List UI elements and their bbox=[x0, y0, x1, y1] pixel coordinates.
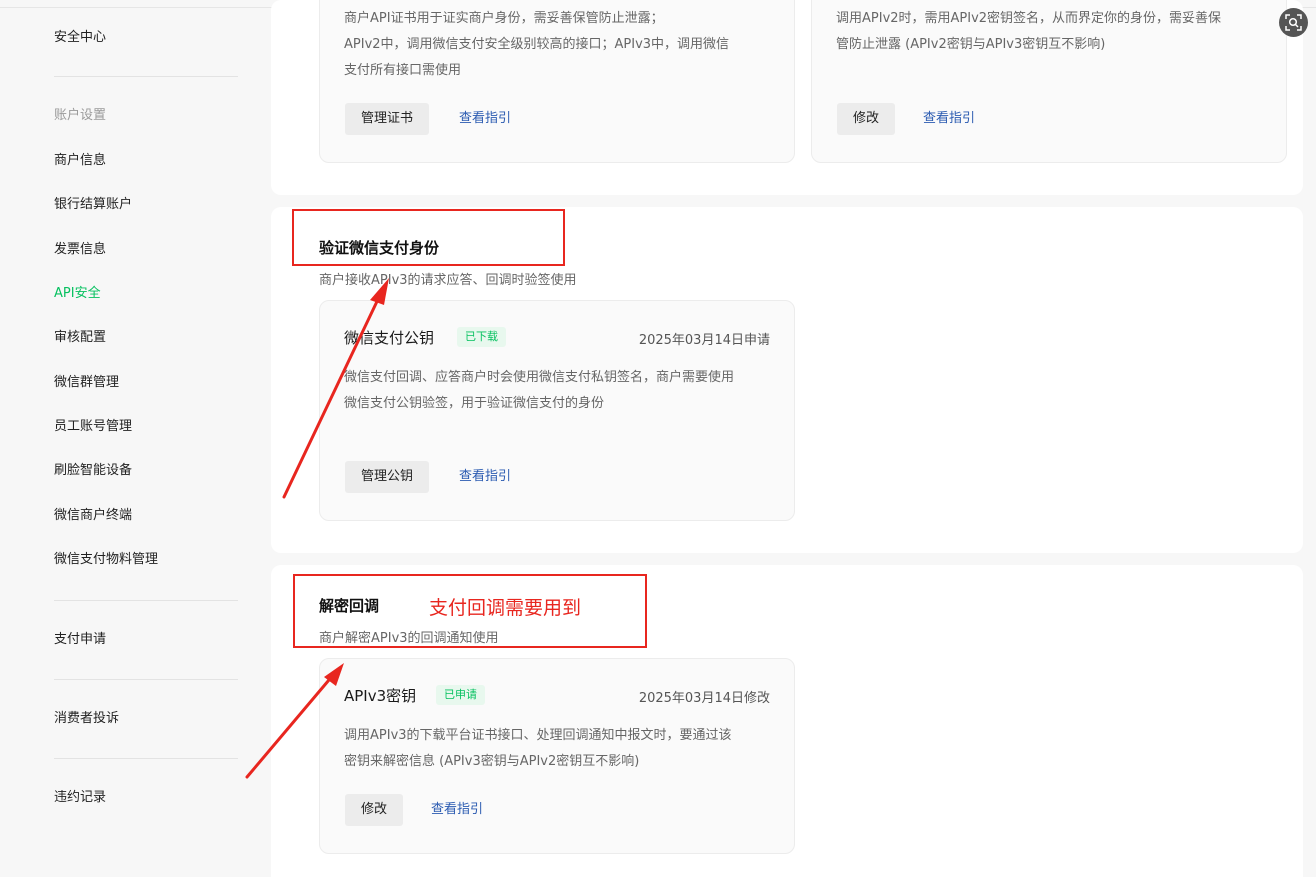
sidebar-item-merchant-info[interactable]: 商户信息 bbox=[54, 152, 106, 170]
sidebar-item-complaints[interactable]: 消费者投诉 bbox=[54, 710, 119, 728]
api-cert-desc: 商户API证书用于证实商户身份，需妥善保管防止泄露； APIv2中，调用微信支付… bbox=[344, 6, 774, 84]
annotation-box-verify bbox=[292, 209, 565, 266]
desc-line: APIv2中，调用微信支付安全级别较高的接口；APIv3中，调用微信 bbox=[344, 37, 730, 52]
sidebar-item-review-config[interactable]: 审核配置 bbox=[54, 329, 106, 347]
api-cert-card: 商户API证书用于证实商户身份，需妥善保管防止泄露； APIv2中，调用微信支付… bbox=[319, 0, 795, 163]
sidebar-item-face-devices[interactable]: 刷脸智能设备 bbox=[54, 462, 132, 480]
apiv2-key-desc: 调用APIv2时，需用APIv2密钥签名，从而界定你的身份，需妥善保 管防止泄露… bbox=[836, 6, 1276, 58]
public-key-desc: 微信支付回调、应答商户时会使用微信支付私钥签名，商户需要使用 微信支付公钥验签，… bbox=[344, 365, 774, 417]
apiv3-key-card-title: APIv3密钥 bbox=[344, 687, 417, 705]
verify-section-desc: 商户接收APIv3的请求应答、回调时验签使用 bbox=[319, 273, 577, 288]
sidebar-divider bbox=[54, 600, 238, 601]
sidebar-item-bank-account[interactable]: 银行结算账户 bbox=[54, 196, 132, 214]
desc-line: 调用APIv2时，需用APIv2密钥签名，从而界定你的身份，需妥善保 bbox=[836, 11, 1222, 26]
sidebar-divider bbox=[54, 679, 238, 680]
edit-apiv3-button[interactable]: 修改 bbox=[345, 794, 404, 826]
screenshot-search-button[interactable] bbox=[1279, 8, 1308, 37]
screenshot-search-icon bbox=[1285, 14, 1302, 31]
apiv3-key-desc: 调用APIv3的下载平台证书接口、处理回调通知中报文时，要通过该 密钥来解密信息… bbox=[344, 723, 784, 775]
desc-line: 密钥来解密信息 (APIv3密钥与APIv2密钥互不影响) bbox=[344, 754, 640, 769]
sidebar-item-security-center[interactable]: 安全中心 bbox=[54, 29, 106, 47]
platform-public-key-card: 微信支付公钥 已下载 2025年03月14日申请 微信支付回调、应答商户时会使用… bbox=[319, 300, 795, 521]
status-badge: 已申请 bbox=[436, 685, 485, 705]
apiv2-key-card: 调用APIv2时，需用APIv2密钥签名，从而界定你的身份，需妥善保 管防止泄露… bbox=[811, 0, 1287, 163]
desc-line: 商户API证书用于证实商户身份，需妥善保管防止泄露； bbox=[344, 11, 664, 26]
desc-line: 调用APIv3的下载平台证书接口、处理回调通知中报文时，要通过该 bbox=[344, 728, 732, 743]
edit-apiv2-button[interactable]: 修改 bbox=[837, 103, 896, 135]
desc-line: 微信支付回调、应答商户时会使用微信支付私钥签名，商户需要使用 bbox=[344, 370, 735, 385]
sidebar-group-account-settings: 账户设置 bbox=[54, 108, 107, 123]
desc-line: 微信支付公钥验签，用于验证微信支付的身份 bbox=[344, 396, 605, 411]
apiv2-guide-link[interactable]: 查看指引 bbox=[923, 103, 975, 135]
apiv3-guide-link[interactable]: 查看指引 bbox=[431, 794, 483, 826]
manage-public-key-button[interactable]: 管理公钥 bbox=[345, 461, 430, 493]
cert-guide-link[interactable]: 查看指引 bbox=[459, 103, 511, 135]
sidebar-item-materials[interactable]: 微信支付物料管理 bbox=[54, 551, 158, 569]
sidebar-divider bbox=[54, 758, 238, 759]
sidebar-item-api-security[interactable]: API安全 bbox=[54, 285, 101, 303]
api-cert-panel: 商户API证书用于证实商户身份，需妥善保管防止泄露； APIv2中，调用微信支付… bbox=[271, 0, 1303, 195]
status-badge: 已下载 bbox=[457, 327, 506, 347]
sidebar-item-staff-accounts[interactable]: 员工账号管理 bbox=[54, 418, 132, 436]
public-key-date: 2025年03月14日申请 bbox=[638, 333, 770, 348]
annotation-box-decrypt bbox=[293, 574, 647, 648]
sidebar: 安全中心 账户设置 商户信息 银行结算账户 发票信息 API安全 审核配置 微信… bbox=[0, 8, 270, 877]
sidebar-item-invoice-info[interactable]: 发票信息 bbox=[54, 241, 106, 259]
public-key-card-title: 微信支付公钥 bbox=[344, 329, 435, 347]
sidebar-divider bbox=[54, 76, 238, 77]
sidebar-item-violations[interactable]: 违约记录 bbox=[54, 789, 106, 807]
desc-line: 管防止泄露 (APIv2密钥与APIv3密钥互不影响) bbox=[836, 37, 1106, 52]
public-key-guide-link[interactable]: 查看指引 bbox=[459, 461, 511, 493]
apiv3-key-card: APIv3密钥 已申请 2025年03月14日修改 调用APIv3的下载平台证书… bbox=[319, 658, 795, 854]
manage-cert-button[interactable]: 管理证书 bbox=[345, 103, 430, 135]
sidebar-item-pay-apply[interactable]: 支付申请 bbox=[54, 631, 106, 649]
sidebar-item-wechat-group[interactable]: 微信群管理 bbox=[54, 374, 119, 392]
sidebar-item-merchant-terminal[interactable]: 微信商户终端 bbox=[54, 507, 132, 525]
apiv3-key-date: 2025年03月14日修改 bbox=[638, 691, 770, 706]
desc-line: 支付所有接口需使用 bbox=[344, 63, 462, 78]
